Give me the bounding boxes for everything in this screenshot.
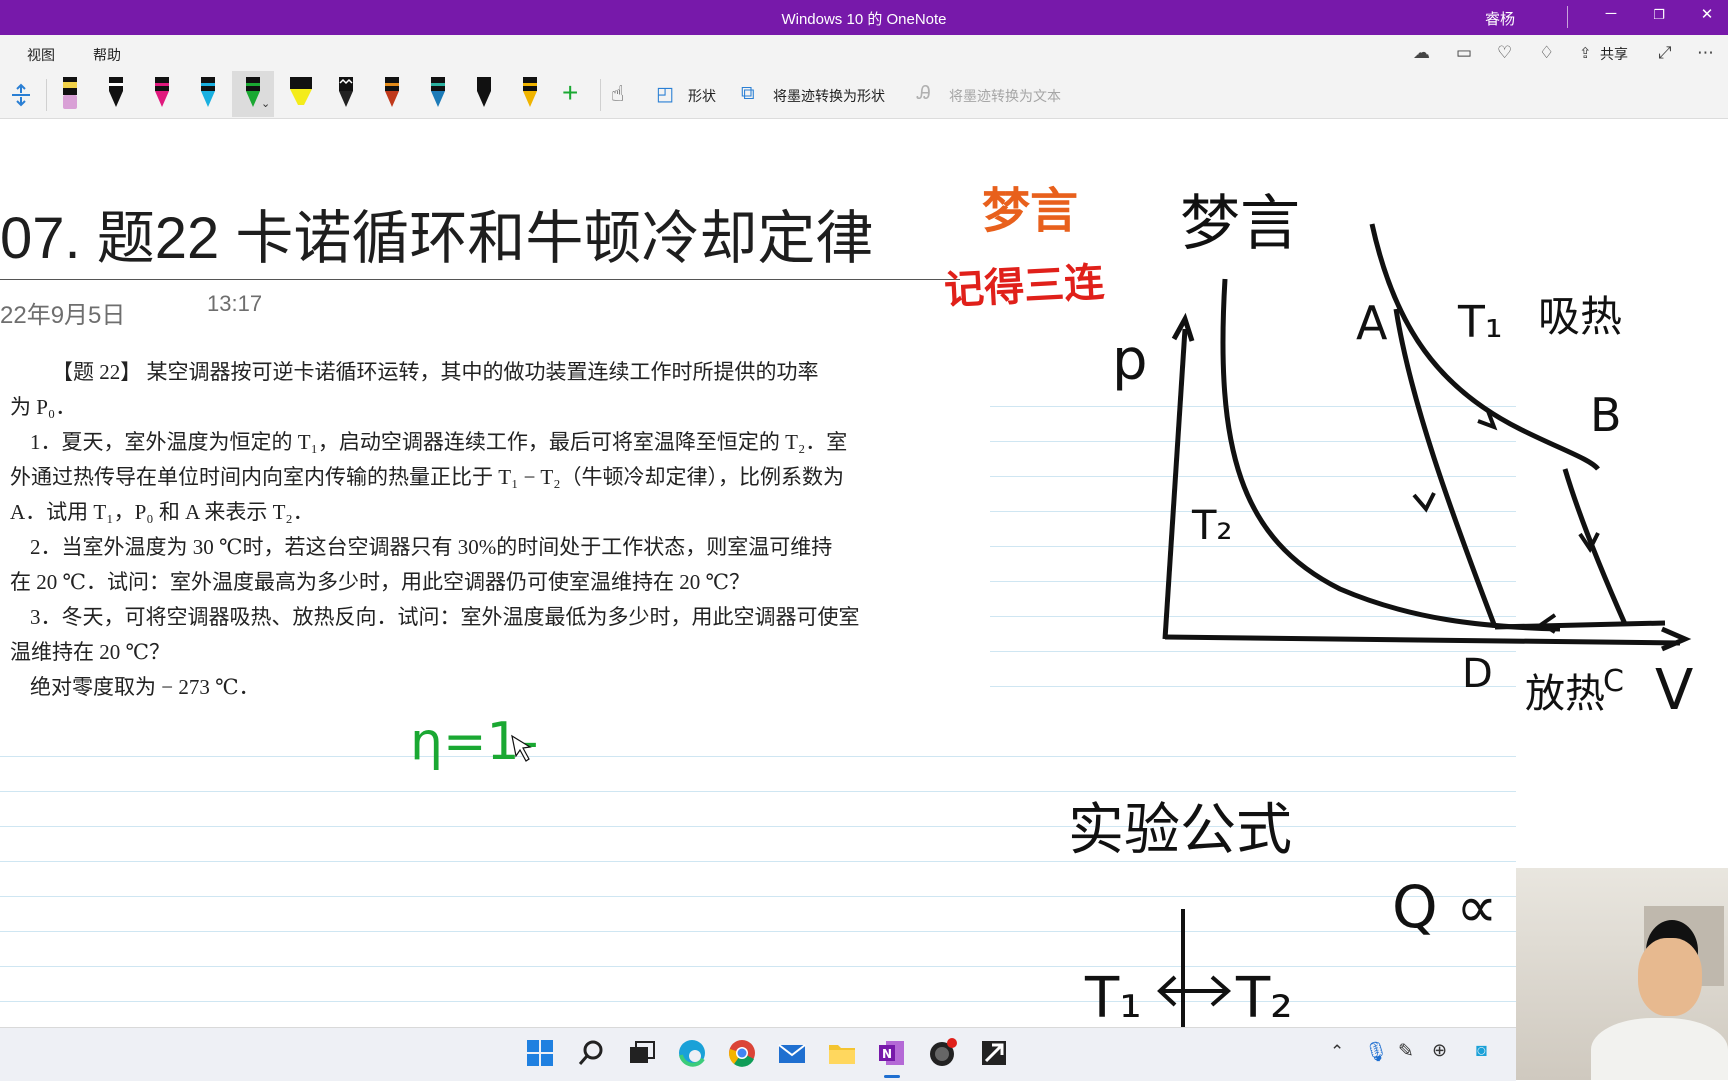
person-shirt (1591, 1018, 1728, 1080)
watermark-bottom: 记得三连 (943, 260, 1106, 314)
highlighter-yellow-icon[interactable] (286, 75, 316, 113)
active-app-indicator (884, 1075, 900, 1078)
menu-help[interactable]: 帮助 (93, 45, 121, 65)
minimize-icon[interactable]: ─ (1596, 5, 1626, 22)
chevron-down-icon[interactable]: ⌄ (261, 97, 270, 110)
webcam-overlay (1516, 868, 1728, 1080)
transfer-right: T₂ (1235, 966, 1293, 1027)
close-icon[interactable]: ✕ (1692, 5, 1722, 23)
v-axis (1164, 634, 1681, 646)
sync-icon[interactable]: ☁ (1413, 43, 1430, 63)
edge-icon[interactable] (676, 1037, 708, 1069)
tray-chevron-icon[interactable]: ⌃ (1330, 1042, 1344, 1062)
fullscreen-icon[interactable]: ⤢ (1658, 43, 1672, 63)
point-d-label: D (1462, 651, 1493, 697)
obs-icon[interactable] (926, 1037, 958, 1069)
ink-layer[interactable]: 梦言 记得三连 梦言 η=1- p V A B C D T₁ T₂ 吸热 放热 (0, 119, 1728, 1027)
title-separator (1567, 6, 1568, 28)
ink-to-text-icon: Ꭿ (917, 83, 931, 104)
handwritten-note-top: 梦言 (1180, 189, 1300, 259)
transfer-left: T₁ (1084, 966, 1142, 1027)
ime-icon[interactable]: ⊕ (1432, 1040, 1447, 1061)
taskbar: N ⌃ 🎙 ✎ ⊕ ◙ (0, 1027, 1516, 1081)
insert-space-icon[interactable] (10, 83, 32, 107)
draw-toolbar: ⌄ + ☝ ◰ 形状 ⧉ 将墨迹转换为形状 Ꭿ 将墨迹转换为文本 (0, 71, 1728, 119)
v-axis-arrow (1661, 626, 1692, 652)
label-t1: T₁ (1457, 297, 1503, 348)
adiabat-ad (1393, 308, 1498, 628)
onenote-icon[interactable]: N (876, 1037, 908, 1069)
person-face (1638, 938, 1702, 1016)
isotherm-t2 (1220, 278, 1561, 632)
menu-bar: 视图 帮助 ☁ ▭ ♡ ♢ ⇪ 共享 ⤢ ⋯ (0, 35, 1728, 71)
p-axis (1162, 328, 1188, 640)
restore-icon[interactable]: ❐ (1644, 7, 1674, 23)
share-button[interactable]: 共享 (1600, 44, 1628, 64)
pen-galaxy-icon[interactable] (334, 75, 358, 113)
task-view-icon[interactable] (626, 1037, 658, 1069)
window-title: Windows 10 的 OneNote (781, 11, 947, 28)
pen-green-selected[interactable]: ⌄ (232, 71, 274, 117)
experimental-formula-label: 实验公式 (1068, 798, 1292, 863)
share-icon[interactable]: ⇪ (1579, 44, 1592, 62)
mail-icon[interactable] (776, 1037, 808, 1069)
menu-view[interactable]: 视图 (27, 45, 55, 65)
more-icon[interactable]: ⋯ (1697, 43, 1714, 63)
pen-magenta-icon[interactable] (150, 75, 174, 113)
notebook-icon[interactable]: ▭ (1456, 43, 1472, 63)
point-c-label: C (1603, 664, 1624, 699)
arrow-da (1412, 492, 1436, 513)
microphone-icon[interactable]: 🎙 (1364, 1040, 1388, 1064)
pencil-icon[interactable] (518, 75, 542, 113)
pen-cyan-icon[interactable] (196, 75, 220, 113)
ink-to-shape-button[interactable]: 将墨迹转换为形状 (773, 86, 885, 106)
adiabat-bc (1562, 468, 1628, 626)
pen-ocean-icon[interactable] (426, 75, 450, 113)
axis-label-v: V (1655, 658, 1693, 723)
qq-icon[interactable]: ◙ (1476, 1040, 1487, 1061)
chrome-icon[interactable] (726, 1037, 758, 1069)
pen-tray-icon[interactable]: ✎ (1398, 1040, 1414, 1063)
add-pen-icon[interactable]: + (562, 77, 578, 109)
file-explorer-icon[interactable] (826, 1037, 858, 1069)
app-icon[interactable] (978, 1037, 1010, 1069)
shapes-button[interactable]: 形状 (688, 86, 716, 106)
lightbulb-icon[interactable]: ♡ (1497, 43, 1512, 63)
label-t2: T₂ (1191, 503, 1232, 549)
point-a-label: A (1356, 296, 1388, 350)
pen-black-thin-icon[interactable] (472, 75, 496, 113)
toolbar-separator (600, 79, 601, 111)
start-icon[interactable] (524, 1037, 556, 1069)
search-icon[interactable] (575, 1037, 607, 1069)
eraser-icon[interactable] (58, 75, 82, 113)
absorb-heat-label: 吸热 (1538, 292, 1622, 341)
release-heat-label: 放热 (1525, 671, 1605, 717)
segment-cd (1494, 620, 1666, 630)
double-arrow-icon (1157, 975, 1232, 1007)
pen-rainbow-icon[interactable] (380, 75, 404, 113)
pen-black-icon[interactable] (104, 75, 128, 113)
toolbar-separator (46, 79, 47, 111)
page-canvas[interactable]: 07. 题22 卡诺循环和牛顿冷却定律 22年9月5日 13:17 【题 22】… (0, 119, 1728, 1027)
bell-icon[interactable]: ♢ (1539, 43, 1554, 63)
ink-to-text-button: 将墨迹转换为文本 (949, 88, 1061, 104)
ink-to-shape-icon[interactable]: ⧉ (741, 83, 755, 105)
point-b-label: B (1590, 388, 1622, 442)
touch-draw-icon[interactable]: ☝ (611, 81, 624, 107)
title-bar: Windows 10 的 OneNote 睿杨 ─ ❐ ✕ (0, 0, 1728, 35)
user-name[interactable]: 睿杨 (1485, 8, 1515, 29)
shapes-icon[interactable]: ◰ (656, 83, 674, 106)
watermark-top: 梦言 (982, 183, 1078, 239)
axis-label-p: p (1112, 328, 1148, 393)
svg-text:N: N (882, 1047, 892, 1061)
